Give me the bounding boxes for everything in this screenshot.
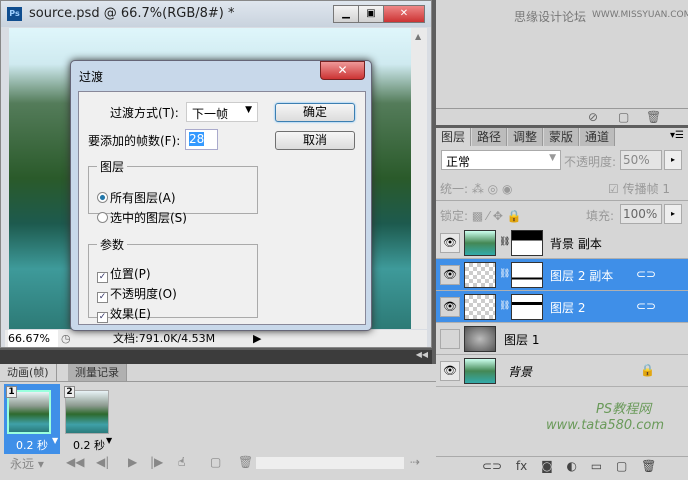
history-panel: 思缘设计论坛 WWW.MISSYUAN.COM ⊘ ▢ 🗑: [436, 0, 688, 125]
eye-icon[interactable]: 👁: [440, 233, 460, 253]
unify-label: 统一: ⁂ ◎ ◉: [440, 182, 513, 196]
tween-button[interactable]: ☝: [178, 455, 185, 469]
link-icon: ⊂⊃: [636, 267, 657, 281]
layers-group: 图层 所有图层(A) 选中的图层(S): [88, 158, 258, 225]
layer-toolbar[interactable]: ⊂⊃ fx ◙ ◐ ▭ ▢ 🗑: [482, 459, 656, 473]
checkbox-position[interactable]: ✓ 位置(P): [97, 265, 151, 283]
opacity-input[interactable]: 50%: [620, 150, 662, 170]
close-button[interactable]: ✕: [383, 5, 425, 23]
panel-dock-strip: ◀◀: [0, 350, 432, 364]
first-frame-button[interactable]: ◀◀: [66, 455, 84, 469]
doc-info: 文档:791.0K/4.53M: [113, 332, 216, 345]
fill-label: 填充:: [586, 209, 615, 223]
document-title-bar[interactable]: Ps source.psd @ 66.7%(RGB/8#) * ▁ ▣ ✕: [1, 1, 431, 27]
play-button[interactable]: ▶: [128, 455, 137, 469]
method-label: 过渡方式(T):: [110, 106, 179, 120]
animation-panel: 动画(帧) 测量记录 1 0.2 秒 ▼ 2 0.2 秒 ▼ 永远 ▾ ◀◀ ◀| …: [0, 364, 458, 480]
radio-all-layers[interactable]: 所有图层(A): [97, 189, 176, 206]
layer-mask-thumbnail[interactable]: [511, 262, 543, 288]
fill-slider-button[interactable]: ▸: [664, 204, 682, 224]
duplicate-frame-button[interactable]: ▢: [210, 455, 221, 469]
panel-menu-icon[interactable]: ▾☰: [670, 130, 684, 141]
cancel-button[interactable]: 取消: [275, 131, 355, 150]
trash-icon[interactable]: 🗑: [646, 110, 661, 124]
animation-frame[interactable]: 1 0.2 秒 ▼: [4, 384, 60, 454]
document-title: source.psd @ 66.7%(RGB/8#) *: [29, 6, 235, 21]
layer-name: 背景: [508, 365, 533, 379]
photoshop-icon: Ps: [7, 7, 22, 21]
animation-frame[interactable]: 2 0.2 秒 ▼: [62, 384, 112, 454]
timeline-toggle-button[interactable]: ⇢: [410, 455, 420, 469]
vertical-scrollbar[interactable]: ▲: [411, 28, 427, 329]
method-select[interactable]: 下一帧 ▼: [186, 102, 258, 122]
dialog-close-button[interactable]: ✕: [320, 61, 365, 80]
status-bar: 66.67% ◷ 文档:791.0K/4.53M ▶: [5, 330, 427, 347]
watermark-url: WWW.MISSYUAN.COM: [592, 10, 688, 20]
new-icon[interactable]: ▢: [618, 110, 629, 124]
layer-row[interactable]: 图层 1: [436, 323, 688, 355]
next-frame-button[interactable]: |▶: [150, 455, 163, 469]
frames-label: 要添加的帧数(F):: [88, 134, 181, 148]
lock-controls[interactable]: 锁定: ▩ ⁄ ✥ 🔒: [440, 207, 522, 224]
tab-adjustments[interactable]: 调整: [508, 128, 544, 146]
layer-name: 图层 2 副本: [550, 269, 614, 283]
prev-frame-button[interactable]: ◀|: [96, 455, 109, 469]
frames-scrollbar[interactable]: [256, 457, 404, 469]
zoom-level[interactable]: 66.67%: [8, 330, 58, 347]
layer-name: 图层 2: [550, 301, 586, 315]
watermark-url: www.tata580.com: [546, 418, 665, 433]
params-group: 参数 ✓ 位置(P) ✓ 不透明度(O) ✓ 效果(E): [88, 236, 258, 323]
fill-input[interactable]: 100%: [620, 204, 662, 224]
blend-mode-select[interactable]: 正常 ▼: [441, 150, 561, 170]
clock-icon: ◷: [61, 332, 71, 345]
tween-dialog: 过渡 ✕ 过渡方式(T): 下一帧 ▼ 要添加的帧数(F): 28 确定 取消 图…: [70, 60, 372, 331]
tab-animation[interactable]: 动画(帧): [0, 364, 57, 381]
layer-row[interactable]: 👁 ⛓ 背景 副本: [436, 227, 688, 259]
tab-masks[interactable]: 蒙版: [544, 128, 580, 146]
watermark-text: 思缘设计论坛: [514, 10, 587, 24]
layer-row[interactable]: 👁 背景 🔒: [436, 355, 688, 387]
ok-button[interactable]: 确定: [275, 103, 355, 122]
status-menu-arrow-icon[interactable]: ▶: [253, 330, 261, 347]
layer-name: 背景 副本: [550, 237, 602, 251]
cancel-icon[interactable]: ⊘: [588, 110, 598, 124]
frame-delay[interactable]: 0.2 秒: [73, 437, 105, 453]
link-icon: ⛓: [499, 237, 511, 247]
eye-icon[interactable]: 👁: [440, 297, 460, 317]
eye-icon[interactable]: 👁: [440, 265, 460, 285]
watermark-site: PS教程网: [596, 402, 652, 417]
eye-icon[interactable]: 👁: [440, 361, 460, 381]
tab-channels[interactable]: 通道: [580, 128, 616, 146]
visibility-toggle[interactable]: [440, 329, 460, 349]
opacity-label: 不透明度:: [564, 155, 617, 169]
lock-icon: 🔒: [640, 363, 655, 377]
checkbox-effects[interactable]: ✓ 效果(E): [97, 305, 151, 323]
minimize-button[interactable]: ▁: [333, 5, 359, 23]
loop-select[interactable]: 永远 ▾: [10, 455, 44, 472]
checkbox-opacity[interactable]: ✓ 不透明度(O): [97, 285, 177, 303]
radio-selected-layers[interactable]: 选中的图层(S): [97, 209, 187, 226]
tab-paths[interactable]: 路径: [472, 128, 508, 146]
dialog-title: 过渡: [79, 70, 104, 84]
layer-mask-thumbnail[interactable]: [511, 230, 543, 256]
layer-row[interactable]: 👁 ⛓ 图层 2 副本 ⊂⊃: [436, 259, 688, 291]
layers-panel: 图层 路径 调整 蒙版 通道 ▾☰ 正常 ▼ 不透明度: 50% ▸ 统一: ⁂ …: [436, 128, 688, 480]
link-icon: ⊂⊃: [636, 299, 657, 313]
frame-delay[interactable]: 0.2 秒: [16, 437, 48, 453]
frames-input[interactable]: 28: [185, 129, 218, 150]
layer-mask-thumbnail[interactable]: [511, 294, 543, 320]
layer-row[interactable]: 👁 ⛓ 图层 2 ⊂⊃: [436, 291, 688, 323]
layer-name: 图层 1: [504, 333, 540, 347]
tab-measurement-log[interactable]: 测量记录: [68, 364, 127, 381]
opacity-slider-button[interactable]: ▸: [664, 150, 682, 170]
tab-layers[interactable]: 图层: [436, 128, 472, 146]
delete-frame-button[interactable]: 🗑: [238, 455, 253, 469]
maximize-button[interactable]: ▣: [358, 5, 384, 23]
propagate-frame-checkbox[interactable]: ☑ 传播帧 1: [608, 180, 670, 197]
